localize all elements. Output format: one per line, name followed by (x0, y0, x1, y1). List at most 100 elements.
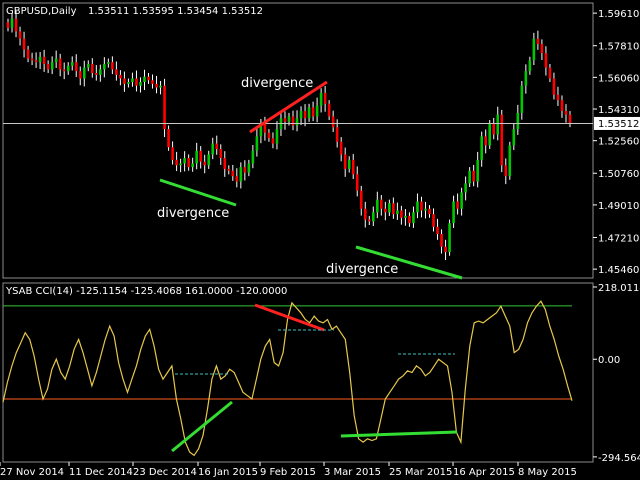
cci-tick-label: 218.0114 (598, 283, 640, 294)
candle-body (14, 18, 18, 32)
candle-body (139, 82, 142, 86)
candle-body (484, 136, 487, 146)
candle-body (119, 74, 122, 79)
x-tick-label: 25 Mar 2015 (389, 467, 452, 478)
candle-body (91, 63, 94, 74)
candle-body (191, 163, 194, 168)
candle-body (107, 62, 110, 64)
candle-body (476, 159, 479, 182)
candle-body (183, 158, 186, 164)
cci-pane: 218.0114 0.00 -294.5640 YSAB CCI(14) -125.… (2, 282, 640, 464)
candle-body (311, 107, 315, 117)
candle-body (6, 22, 10, 28)
candle-body (66, 65, 70, 72)
candle-body (532, 38, 536, 61)
price-tick-label: 1.45460 (598, 265, 639, 276)
candle-body (34, 60, 38, 63)
candle-body (380, 199, 383, 209)
candle-body (95, 73, 98, 75)
x-tick-label: 16 Apr 2015 (453, 467, 515, 478)
candle-body (367, 219, 371, 222)
candle-body (556, 94, 560, 101)
candle-body (167, 129, 170, 148)
cci-axis: 218.0114 0.00 -294.5640 (593, 283, 640, 464)
candle-body (235, 176, 239, 182)
candle-body (468, 170, 471, 184)
candle-body (347, 159, 351, 169)
candle-body (307, 107, 311, 119)
chart-canvas: 1.59610 1.57810 1.56060 1.54310 1.52560 1.507… (0, 2, 640, 478)
candle-body (488, 123, 492, 146)
price-header: GBPUSD,Daily (6, 6, 77, 17)
candle-body (54, 58, 58, 63)
candle-body (159, 85, 162, 88)
price-header-ohlc: 1.53511 1.53595 1.53454 1.53512 (88, 6, 263, 17)
candle-body (464, 183, 467, 193)
candle-body (42, 56, 46, 64)
candle-body (560, 100, 564, 112)
candle-body (508, 145, 512, 177)
x-tick-label: 16 Jan 2015 (198, 467, 258, 478)
candle-body (564, 111, 568, 115)
x-tick-label: 23 Dec 2014 (133, 467, 197, 478)
candle-body (339, 141, 343, 155)
candle-body (219, 149, 223, 159)
candle-body (135, 78, 138, 86)
candle-body (480, 136, 483, 160)
x-tick-label: 3 Mar 2015 (324, 467, 381, 478)
candle-body (359, 190, 363, 209)
candle-body (323, 92, 327, 104)
candle-body (424, 208, 427, 211)
candle-body (103, 63, 106, 70)
candle-body (78, 71, 82, 79)
candle-body (82, 67, 86, 79)
price-pane: 1.59610 1.57810 1.56060 1.54310 1.52560 1.507… (2, 2, 640, 280)
candle-body (58, 58, 62, 70)
candle-body (315, 105, 319, 117)
candle-body (295, 118, 299, 126)
candle-body (536, 38, 540, 45)
candle-body (143, 76, 146, 83)
candle-body (199, 150, 202, 162)
divergence-label-3: divergence (326, 262, 398, 277)
candle-body (115, 69, 118, 75)
candle-body (327, 103, 331, 117)
candle-body (396, 210, 399, 215)
candle-body (187, 158, 190, 168)
candle-body (86, 63, 90, 68)
candle-body (512, 129, 516, 146)
candle-body (444, 246, 447, 253)
candle-body (203, 161, 206, 166)
candle-body (62, 69, 66, 72)
candle-body (516, 112, 520, 130)
candle-body (275, 129, 279, 144)
candle-body (448, 223, 451, 253)
candle-body (355, 174, 359, 191)
cci-tick-label: 0.00 (598, 355, 620, 366)
candle-body (99, 69, 102, 75)
candle-body (26, 49, 30, 59)
candle-body (251, 150, 255, 164)
candle-body (384, 208, 387, 213)
price-tick-label: 1.59610 (598, 9, 639, 20)
candle-body (175, 159, 178, 166)
candle-body (299, 111, 303, 119)
candle-body (179, 163, 182, 166)
candle-body (388, 203, 391, 213)
candle-body (291, 116, 295, 126)
candle-body (456, 201, 459, 209)
price-tick-label: 1.52560 (598, 137, 639, 148)
candle-body (351, 159, 355, 175)
candle-body (568, 114, 572, 124)
candle-body (163, 85, 166, 130)
candle-body (376, 199, 379, 213)
candle-body (10, 18, 14, 28)
x-tick-label: 8 May 2015 (518, 467, 577, 478)
candle-body (400, 210, 403, 218)
price-tick-label: 1.54310 (598, 105, 639, 116)
divergence-label-2: divergence (241, 76, 313, 91)
candle-body (331, 116, 335, 128)
candle-body (123, 78, 126, 84)
candle-body (460, 192, 463, 209)
x-axis: 27 Nov 2014 11 Dec 2014 23 Dec 2014 16 Jan … (0, 462, 577, 478)
